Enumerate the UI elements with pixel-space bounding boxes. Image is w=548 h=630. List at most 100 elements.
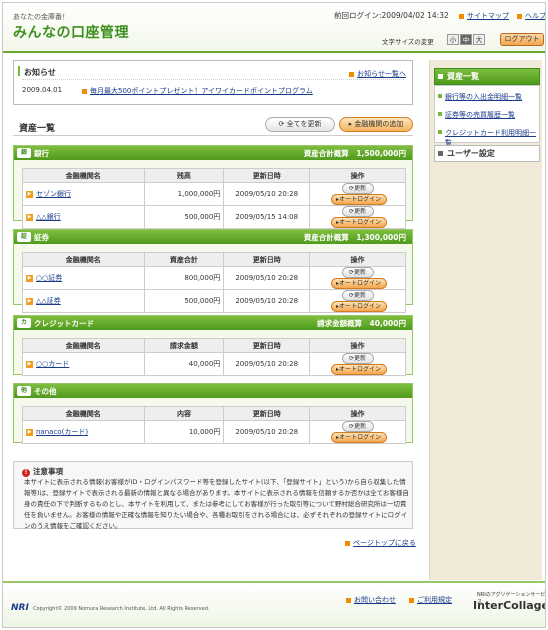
autologin-button[interactable]: ▸オートログイン: [330, 364, 387, 375]
autologin-button[interactable]: ▸オートログイン: [330, 301, 387, 312]
institution-table: 金融機関名 内容 更新日時 操作 ▶ nanaco(カード) 10,000円 2009/05/…: [22, 406, 406, 444]
amount-cell: 40,000円: [143, 352, 225, 376]
amount-cell: 500,000円: [143, 205, 225, 229]
update-button[interactable]: ⟳更新: [341, 353, 374, 364]
arrow-icon: [345, 540, 350, 546]
update-all-button[interactable]: ⟳ 全てを更新: [265, 117, 335, 132]
notice-title: お知らせ: [24, 68, 56, 77]
category-name: 銀行: [34, 149, 49, 158]
sidebar-item-bank-transactions[interactable]: 銀行等の入出金明細一覧: [438, 92, 522, 102]
institution-name-cell[interactable]: ▶ △△銀行: [22, 205, 145, 229]
category-total: 資産合計概算 1,500,000円: [303, 149, 406, 158]
institution-table: 金融機関名 請求金額 更新日時 操作 ▶ ○○カード 40,000円 2009/05/10 2…: [22, 338, 406, 376]
sitemap-link[interactable]: サイトマップ: [459, 11, 509, 21]
autologin-button[interactable]: ▸オートログイン: [330, 278, 387, 289]
actions-cell: ⟳更新▸オートログイン: [309, 352, 406, 376]
actions-cell: ⟳更新▸オートログイン: [309, 182, 406, 206]
contact-link[interactable]: お問い合わせ: [346, 595, 396, 605]
nri-logo: NRI: [11, 603, 29, 613]
notice-list-link[interactable]: お知らせ一覧へ: [349, 69, 406, 79]
logo-main: みんなの: [13, 25, 71, 41]
category-name: 証券: [34, 233, 49, 242]
column-header: 更新日時: [223, 406, 311, 421]
updated-at-cell: 2009/05/10 20:28: [223, 420, 311, 444]
autologin-button[interactable]: ▸オートログイン: [330, 194, 387, 205]
logout-button[interactable]: ログアウト: [500, 33, 544, 46]
divider: [13, 135, 413, 136]
bullet-icon: [438, 130, 442, 134]
sidebar-submenu: 銀行等の入出金明細一覧 証券等の売買履歴一覧 クレジットカード利用明細一覧: [434, 85, 540, 147]
notice-date: 2009.04.01: [22, 86, 63, 94]
category-header: 他その他: [14, 384, 412, 398]
page: あなたの金庫番！ みんなの口座管理 前回ログイン:2009/04/02 14:3…: [2, 2, 546, 628]
divider: [22, 79, 404, 80]
table-header: 金融機関名 資産合計 更新日時 操作: [22, 252, 406, 267]
sidebar-item-assets[interactable]: 資産一覧: [434, 68, 540, 85]
update-button[interactable]: ⟳更新: [341, 290, 374, 301]
institution-name-cell[interactable]: ▶ △△証券: [22, 289, 145, 313]
category-icon: 銀: [17, 148, 31, 158]
institution-table: 金融機関名 資産合計 更新日時 操作 ▶ ○○証券 800,000円 2009/05/10 2…: [22, 252, 406, 313]
category-icon: 他: [17, 386, 31, 396]
amount-cell: 10,000円: [143, 420, 225, 444]
arrow-icon: [349, 71, 355, 77]
column-header: 残高: [143, 168, 225, 183]
updated-at-cell: 2009/05/10 20:28: [223, 289, 311, 313]
header: あなたの金庫番！ みんなの口座管理 前回ログイン:2009/04/02 14:3…: [3, 3, 545, 53]
category-name: クレジットカード: [34, 319, 94, 328]
column-header: 金融機関名: [22, 252, 145, 267]
column-header: 操作: [309, 406, 406, 421]
help-link[interactable]: ヘルプ: [517, 11, 545, 21]
table-row: ▶ △△証券 500,000円 2009/05/10 20:28 ⟳更新▸オートログイン: [22, 289, 406, 313]
institution-name-cell[interactable]: ▶ セゾン銀行: [22, 182, 145, 206]
category-icon: 証: [17, 232, 31, 242]
arrow-icon: ▶: [26, 360, 33, 368]
update-button[interactable]: ⟳更新: [341, 206, 374, 217]
institution-name-cell[interactable]: ▶ ○○カード: [22, 352, 145, 376]
arrow-icon: [517, 13, 522, 19]
sidebar-item-user-settings[interactable]: ユーザー設定: [434, 145, 540, 162]
font-size-small-button[interactable]: 小: [447, 34, 459, 45]
page-top-link[interactable]: ページトップに戻る: [345, 538, 416, 548]
table-row: ▶ ○○カード 40,000円 2009/05/10 20:28 ⟳更新▸オートログイン: [22, 352, 406, 376]
bullet-icon: [438, 94, 442, 98]
actions-cell: ⟳更新▸オートログイン: [309, 289, 406, 313]
notice-item-link[interactable]: 毎月最大500ポイントプレゼント！アイワイカードポイントプログラム: [82, 86, 313, 96]
category-icon: カ: [17, 318, 31, 328]
footer: NRI Copyright© 2009 Nomura Research Inst…: [3, 581, 545, 627]
institution-name-cell[interactable]: ▶ nanaco(カード): [22, 420, 145, 444]
app-logo[interactable]: みんなの口座管理: [13, 22, 129, 42]
arrow-icon: ▶: [26, 297, 33, 305]
actions-cell: ⟳更新▸オートログイン: [309, 420, 406, 444]
column-header: 操作: [309, 252, 406, 267]
column-header: 更新日時: [223, 168, 311, 183]
category-total: [399, 386, 407, 397]
amount-cell: 800,000円: [143, 266, 225, 290]
refresh-icon: ⟳: [278, 120, 287, 128]
font-size-medium-button[interactable]: 中: [460, 34, 472, 45]
update-button[interactable]: ⟳更新: [341, 421, 374, 432]
category-credit-card: カクレジットカード 請求金額概算 40,000円 金融機関名 請求金額 更新日時 操作 ▶ ○…: [13, 315, 413, 376]
table-row: ▶ △△銀行 500,000円 2009/05/15 14:08 ⟳更新▸オートログイン: [22, 205, 406, 229]
column-header: 金融機関名: [22, 168, 145, 183]
update-button[interactable]: ⟳更新: [341, 267, 374, 278]
arrow-icon: [409, 597, 414, 603]
bullet-icon: [438, 151, 443, 156]
caution-title: ! 注意事項: [22, 466, 63, 477]
category-name: その他: [34, 387, 57, 396]
category-header: カクレジットカード 請求金額概算 40,000円: [14, 316, 412, 330]
autologin-button[interactable]: ▸オートログイン: [330, 432, 387, 443]
sidebar-item-securities-history[interactable]: 証券等の売買履歴一覧: [438, 110, 515, 120]
font-size-large-button[interactable]: 大: [473, 34, 485, 45]
institution-name-cell[interactable]: ▶ ○○証券: [22, 266, 145, 290]
caution-body: 本サイトに表示される情報(お客様がID・ログインパスワード等を登録したサイト(以…: [24, 478, 409, 530]
table-row: ▶ セゾン銀行 1,000,000円 2009/05/10 20:28 ⟳更新▸オートロ…: [22, 182, 406, 206]
table-header: 金融機関名 請求金額 更新日時 操作: [22, 338, 406, 353]
autologin-button[interactable]: ▸オートログイン: [330, 217, 387, 228]
terms-link[interactable]: ご利用規定: [409, 595, 452, 605]
bullet-icon: [438, 112, 442, 116]
category-total: 資産合計概算 1,300,000円: [303, 233, 406, 242]
column-header: 内容: [143, 406, 225, 421]
add-institution-button[interactable]: ▸ 金融機関の追加: [339, 117, 413, 132]
update-button[interactable]: ⟳更新: [341, 183, 374, 194]
